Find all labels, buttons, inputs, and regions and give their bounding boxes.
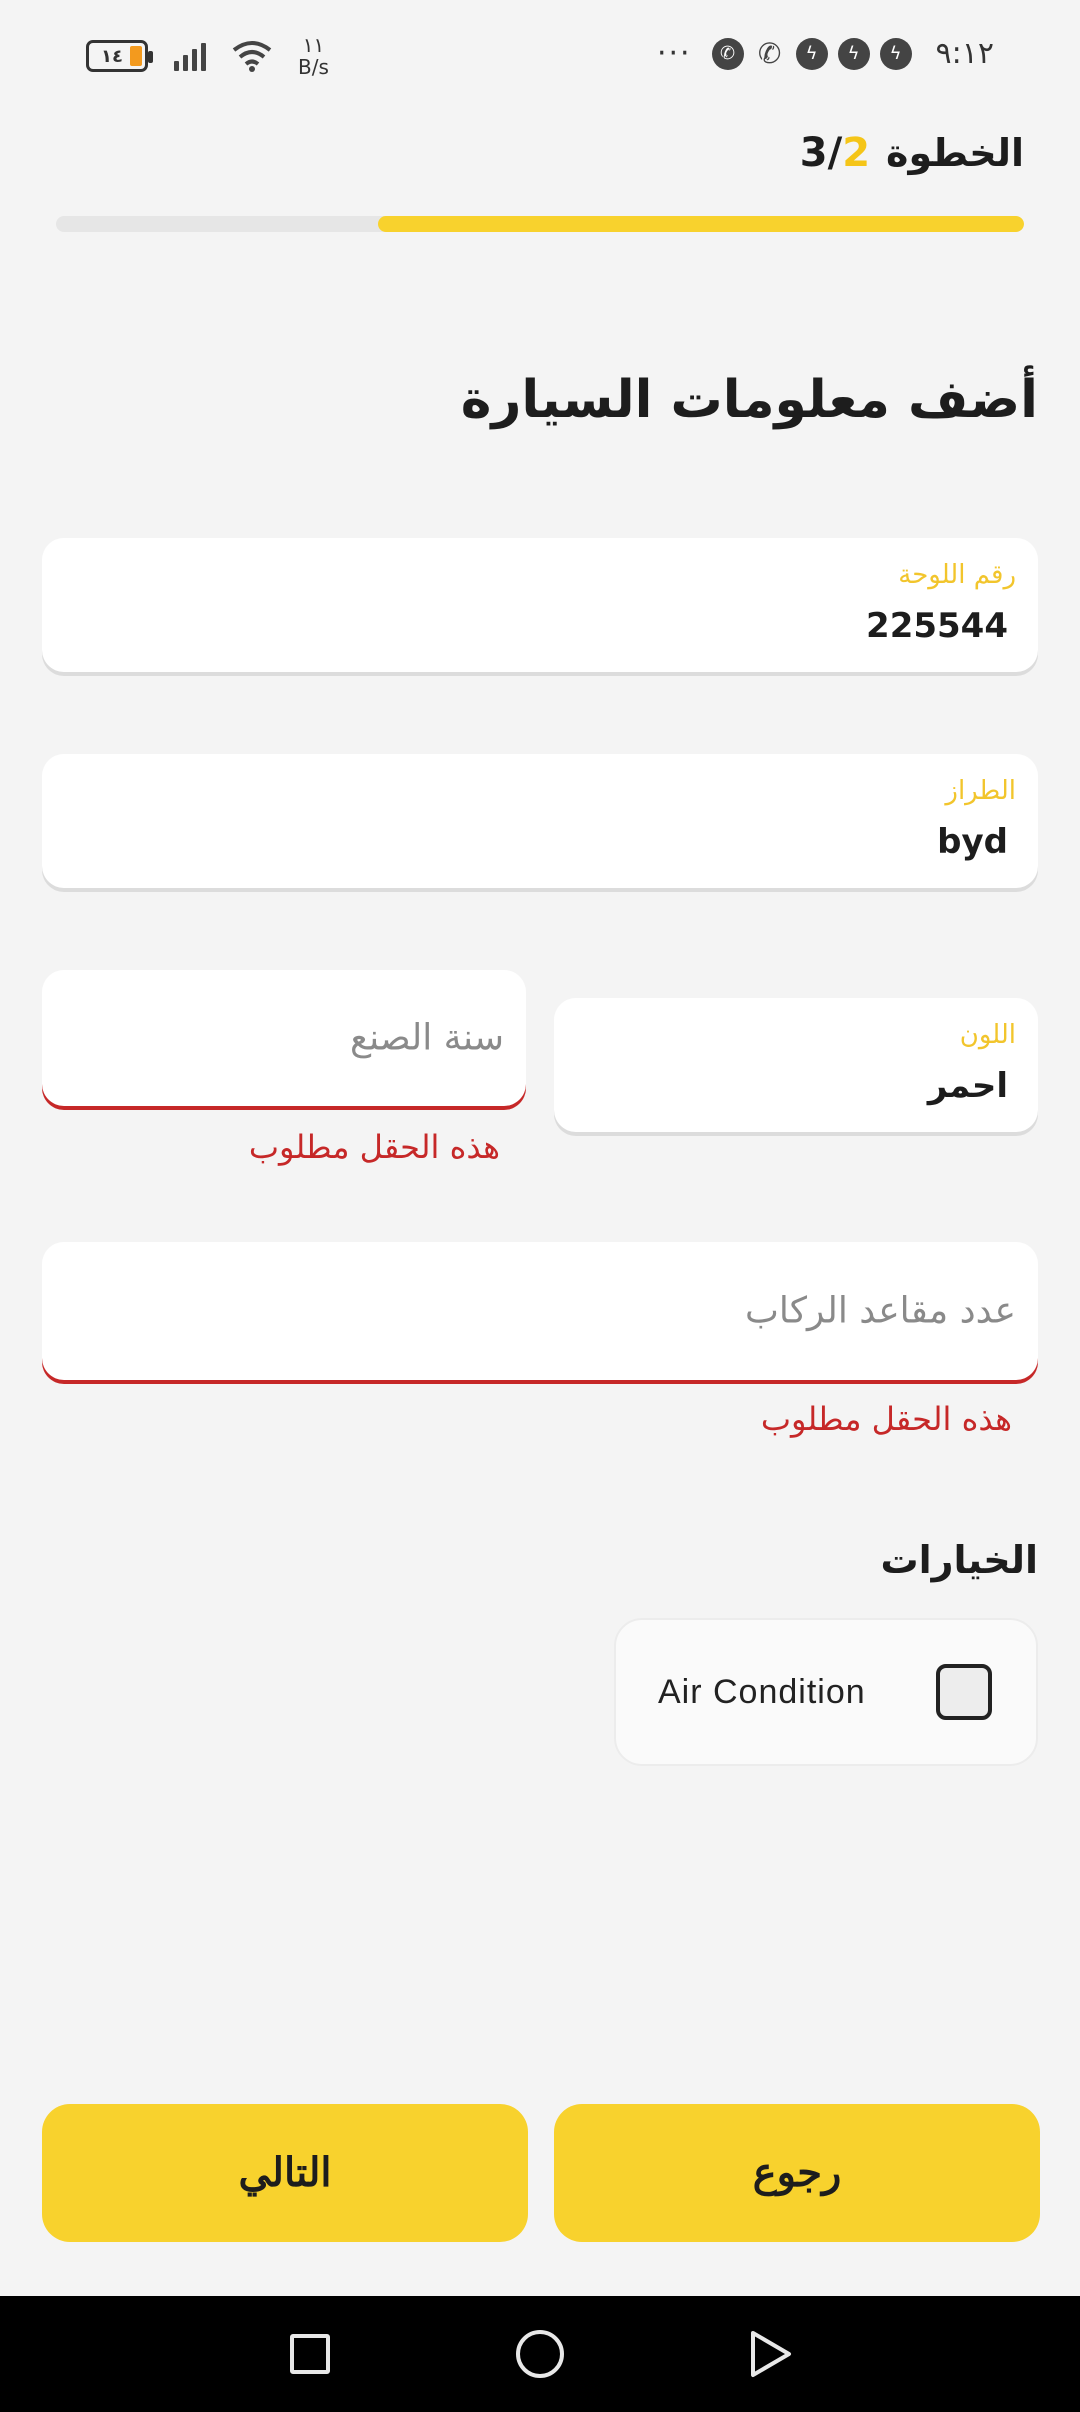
passenger-seats-placeholder: عدد مقاعد الركاب [745, 1290, 1016, 1332]
messenger-icon: ϟ [795, 37, 828, 70]
color-label: اللون [959, 1020, 1016, 1050]
messenger-icon: ϟ [879, 37, 912, 70]
whatsapp-icon: ✆ [711, 37, 744, 70]
plate-number-label: رقم اللوحة [898, 560, 1016, 590]
plate-number-field[interactable]: رقم اللوحة 225544 [42, 538, 1038, 672]
back-button[interactable]: رجوع [554, 2104, 1040, 2242]
recent-apps-icon[interactable] [290, 2334, 330, 2374]
battery-fill [130, 46, 142, 66]
option-air-condition-label: Air Condition [658, 1672, 866, 1711]
color-value: احمر [927, 1066, 1008, 1106]
step-indicator: 3/2 الخطوة [800, 130, 1024, 176]
step-separator: / [827, 130, 843, 176]
battery-level: ١٤ [101, 45, 123, 67]
wifi-icon [232, 41, 272, 72]
status-bar-right: ··· ✆ ✆ ϟ ϟ ϟ ٩:١٢ [657, 36, 994, 71]
network-speed-value: ١١ [302, 33, 325, 57]
step-progress-fill [378, 216, 1024, 232]
model-value: byd [937, 822, 1008, 862]
more-notifications-icon: ··· [656, 36, 692, 71]
network-speed-unit: B/s [298, 55, 329, 79]
color-field[interactable]: اللون احمر [554, 998, 1038, 1132]
page-title: أضف معلومات السيارة [460, 370, 1038, 430]
manufacture-year-placeholder: سنة الصنع [350, 1017, 504, 1059]
manufacture-year-field[interactable]: سنة الصنع [42, 970, 526, 1106]
next-button[interactable]: التالي [42, 2104, 528, 2242]
air-condition-checkbox[interactable] [936, 1664, 992, 1720]
clock: ٩:١٢ [935, 36, 994, 71]
call-forward-icon: ✆ [757, 37, 782, 70]
step-progress-bar [56, 216, 1024, 232]
manufacture-year-error: هذه الحقل مطلوب [248, 1128, 500, 1166]
back-triangle-icon[interactable] [747, 2329, 793, 2379]
battery-icon: ١٤ [86, 40, 153, 72]
passenger-seats-field[interactable]: عدد مقاعد الركاب [42, 1242, 1038, 1380]
step-label: الخطوة [886, 131, 1024, 175]
model-field[interactable]: الطراز byd [42, 754, 1038, 888]
network-speed: ١١ B/s [298, 34, 329, 78]
plate-number-value: 225544 [866, 606, 1008, 646]
cellular-signal-icon [174, 41, 206, 71]
options-title: الخيارات [880, 1538, 1038, 1582]
step-current: 2 [842, 130, 871, 176]
status-bar: ١٤ ١١ B/s ··· ✆ ✆ ϟ ϟ ϟ ٩:١٢ [0, 0, 1080, 120]
option-air-condition[interactable]: Air Condition [614, 1618, 1038, 1766]
messenger-icon: ϟ [837, 37, 870, 70]
passenger-seats-error: هذه الحقل مطلوب [760, 1400, 1012, 1438]
step-total: 3 [799, 130, 828, 176]
model-label: الطراز [945, 776, 1016, 806]
home-icon[interactable] [516, 2330, 564, 2378]
system-navigation-bar [0, 2296, 1080, 2412]
step-counter: 3/2 [800, 130, 870, 176]
status-bar-left: ١٤ ١١ B/s [86, 34, 329, 78]
